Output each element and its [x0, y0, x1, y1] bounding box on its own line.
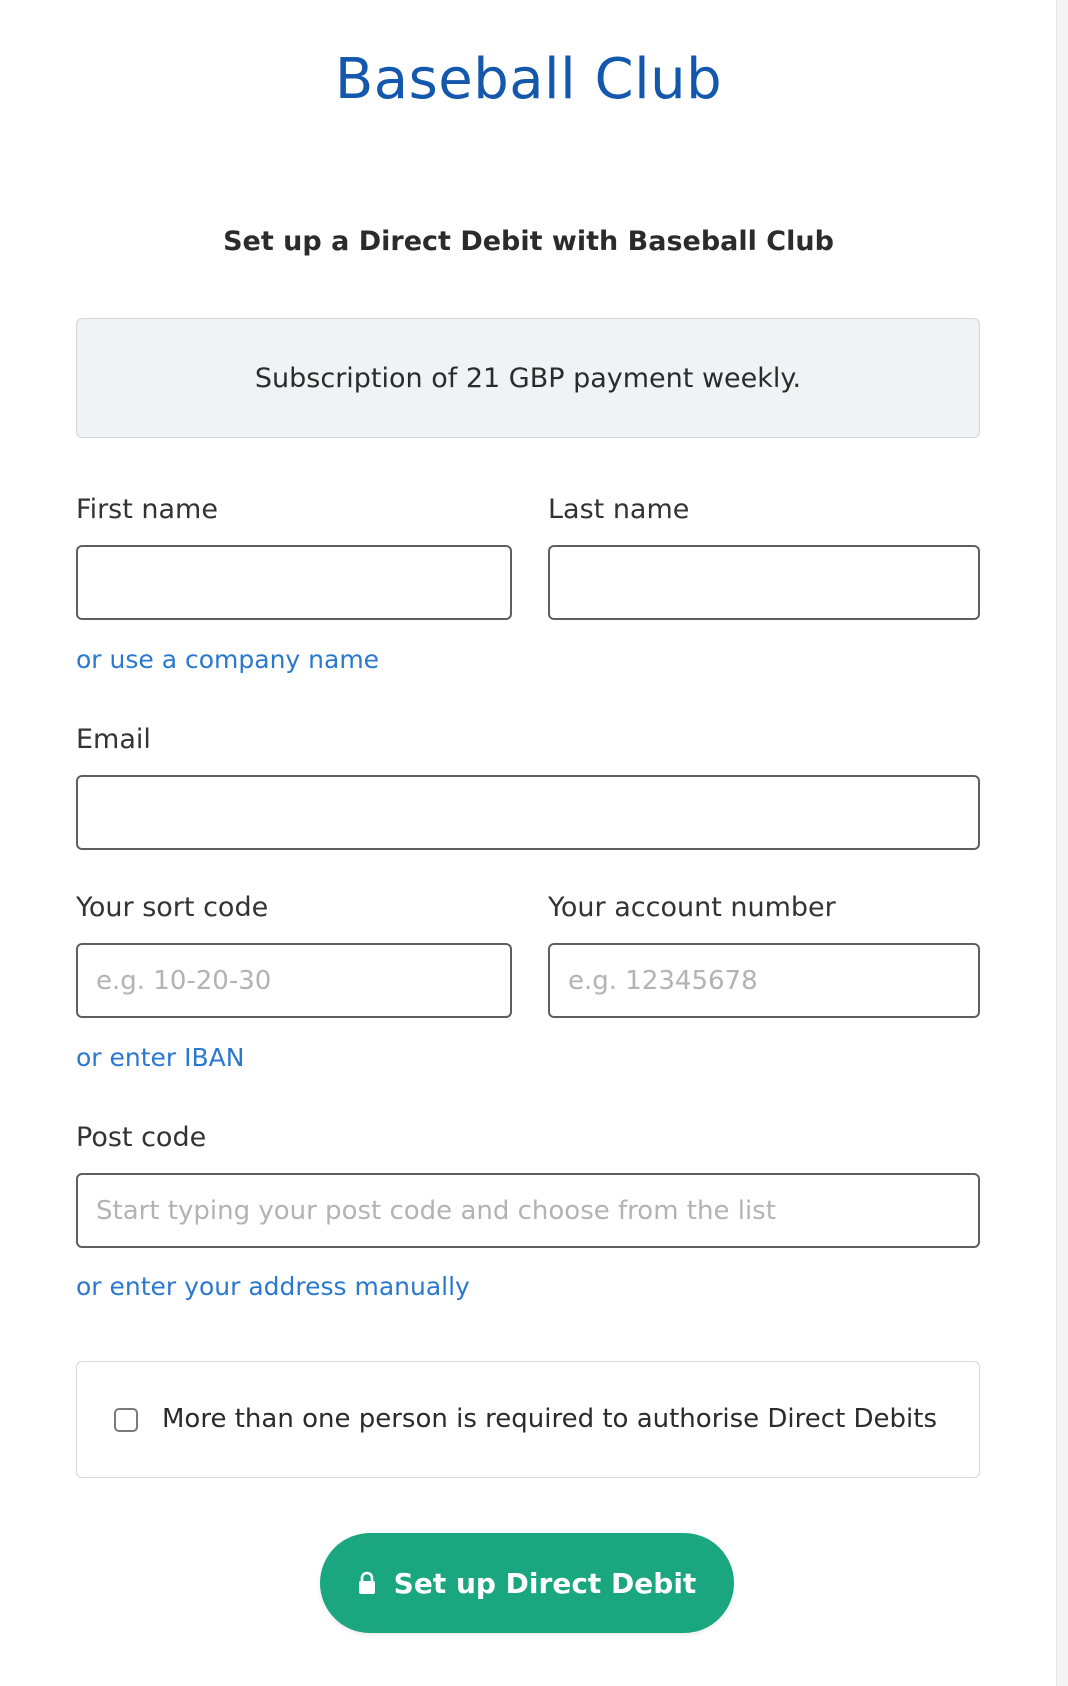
multi-authoriser-checkbox[interactable] — [114, 1408, 138, 1432]
last-name-label: Last name — [548, 494, 690, 525]
account-number-input[interactable] — [548, 943, 980, 1018]
enter-address-manually-link[interactable]: or enter your address manually — [76, 1270, 470, 1304]
first-name-label: First name — [76, 494, 218, 525]
page-subtitle: Set up a Direct Debit with Baseball Club — [223, 226, 834, 257]
post-code-input[interactable] — [76, 1173, 980, 1248]
direct-debit-card: Baseball Club Set up a Direct Debit with… — [0, 0, 1057, 1686]
account-number-label: Your account number — [548, 892, 836, 923]
setup-direct-debit-label: Set up Direct Debit — [393, 1566, 697, 1600]
email-input[interactable] — [76, 775, 980, 850]
first-name-input[interactable] — [76, 545, 512, 620]
enter-iban-link[interactable]: or enter IBAN — [76, 1041, 244, 1075]
sort-code-input[interactable] — [76, 943, 512, 1018]
brand-title: Baseball Club — [334, 47, 723, 112]
multi-authoriser-option: More than one person is required to auth… — [76, 1361, 980, 1478]
plan-summary: Subscription of 21 GBP payment weekly. — [76, 318, 980, 438]
post-code-label: Post code — [76, 1122, 207, 1153]
use-company-name-link[interactable]: or use a company name — [76, 643, 379, 677]
lock-icon — [358, 1571, 375, 1594]
sort-code-label: Your sort code — [76, 892, 269, 923]
multi-authoriser-label: More than one person is required to auth… — [162, 1404, 938, 1434]
email-label: Email — [76, 724, 151, 755]
plan-summary-text: Subscription of 21 GBP payment weekly. — [254, 362, 802, 394]
setup-direct-debit-button[interactable]: Set up Direct Debit — [320, 1533, 734, 1633]
last-name-input[interactable] — [548, 545, 980, 620]
